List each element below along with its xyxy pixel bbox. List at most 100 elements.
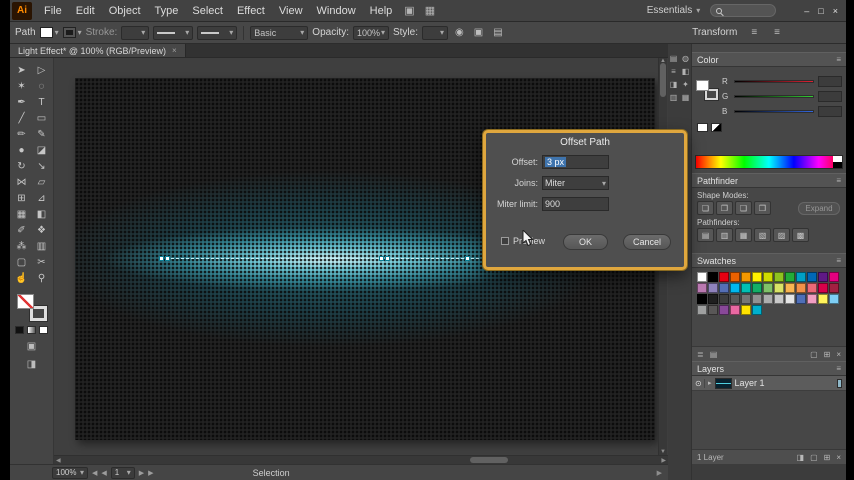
swatch[interactable] (730, 283, 740, 293)
blend-tool[interactable]: ❖ (32, 222, 52, 238)
fill-stroke-mini-indicator[interactable] (696, 80, 718, 100)
exclude-button[interactable]: ❒ (754, 201, 771, 215)
symbols-panel-icon[interactable]: ✦ (681, 79, 690, 89)
swatch[interactable] (752, 283, 762, 293)
unite-button[interactable]: ❏ (697, 201, 714, 215)
layer-selection-chip[interactable] (837, 378, 842, 388)
swatch[interactable] (719, 305, 729, 315)
gradient-button[interactable] (27, 326, 36, 334)
search-input[interactable] (710, 4, 777, 17)
ok-button[interactable]: OK (563, 234, 608, 250)
swatch[interactable] (697, 294, 707, 304)
red-slider[interactable] (734, 80, 814, 83)
swatch[interactable] (741, 283, 751, 293)
joins-select[interactable]: Miter ▾ (542, 176, 609, 190)
color-spectrum[interactable] (695, 155, 843, 169)
swatch[interactable] (818, 294, 828, 304)
free-transform-tool[interactable]: ▱ (32, 174, 52, 190)
layer-row[interactable]: ⊙ ▸ Layer 1 (692, 376, 846, 391)
column-graph-tool[interactable]: ▥ (32, 238, 52, 254)
info-panel-icon[interactable]: ▤ (669, 53, 678, 63)
hand-tool[interactable]: ☝ (12, 270, 32, 286)
swatch[interactable] (730, 272, 740, 282)
width-profile-select[interactable]: ▾ (197, 25, 238, 40)
new-layer-icon[interactable]: ⊞ (824, 453, 831, 462)
swatch[interactable] (829, 294, 839, 304)
first-artboard-icon[interactable]: ◀ (92, 469, 97, 477)
expand-layer-icon[interactable]: ▸ (708, 379, 712, 387)
menu-file[interactable]: File (37, 0, 69, 22)
red-value-input[interactable] (818, 76, 842, 87)
blob-brush-tool[interactable]: ● (12, 142, 32, 158)
prev-artboard-icon[interactable]: ◀ (101, 469, 106, 477)
swatch[interactable] (708, 272, 718, 282)
swatch[interactable] (807, 294, 817, 304)
swatch[interactable] (708, 294, 718, 304)
paintbrush-tool[interactable]: ✏ (12, 126, 32, 142)
visibility-eye-icon[interactable]: ⊙ (695, 378, 705, 388)
vertical-scroll-thumb[interactable] (660, 63, 666, 97)
black-chip[interactable] (833, 162, 842, 168)
swatch[interactable] (829, 272, 839, 282)
next-artboard-icon[interactable]: ▶ (139, 469, 144, 477)
menu-object[interactable]: Object (102, 0, 148, 22)
close-button[interactable]: × (833, 6, 838, 16)
trim-button[interactable]: ▥ (716, 228, 733, 242)
swatch[interactable] (708, 305, 718, 315)
fill-stroke-indicator[interactable] (16, 294, 47, 321)
expand-button[interactable]: Expand (798, 201, 840, 215)
swatch[interactable] (829, 283, 839, 293)
align-panel-icon[interactable]: ≡ (748, 27, 760, 38)
selected-path[interactable] (161, 258, 479, 259)
shape-builder-tool[interactable]: ⊞ (12, 190, 32, 206)
mesh-tool[interactable]: ▦ (12, 206, 32, 222)
swatch[interactable] (708, 283, 718, 293)
none-chip[interactable] (697, 123, 708, 132)
recolor-artwork-icon[interactable]: ◉ (452, 27, 467, 38)
swatch[interactable] (763, 294, 773, 304)
type-tool[interactable]: T (32, 94, 52, 110)
gradient-tool[interactable]: ◧ (32, 206, 52, 222)
menu-type[interactable]: Type (148, 0, 186, 22)
line-segment-tool[interactable]: ╱ (12, 110, 32, 126)
swatch[interactable] (807, 272, 817, 282)
anchor-point[interactable] (379, 256, 384, 261)
swatch[interactable] (719, 283, 729, 293)
color-panel-header[interactable]: Color ≡ (692, 52, 846, 67)
workspace-switcher[interactable]: Essentials ▾ (647, 5, 701, 16)
width-tool[interactable]: ⋈ (12, 174, 32, 190)
brushes-panel-icon[interactable]: ▥ (669, 92, 678, 102)
green-slider[interactable] (734, 95, 814, 98)
pencil-tool[interactable]: ✎ (32, 126, 52, 142)
offset-input[interactable]: 3 px (542, 155, 609, 169)
swatch[interactable] (697, 272, 707, 282)
arrange-documents-icon[interactable]: ▦ (420, 4, 440, 17)
miter-limit-input[interactable]: 900 (542, 197, 609, 211)
last-artboard-icon[interactable]: ▶ (148, 469, 153, 477)
control-menu-icon[interactable]: ≡ (771, 27, 783, 38)
eyedropper-tool[interactable]: ✐ (12, 222, 32, 238)
swatch[interactable] (785, 272, 795, 282)
stroke-panel-icon[interactable]: ≡ (669, 66, 678, 76)
intersect-button[interactable]: ❑ (735, 201, 752, 215)
horizontal-scroll-thumb[interactable] (470, 457, 508, 463)
swatch[interactable] (752, 294, 762, 304)
fill-indicator[interactable] (16, 294, 34, 309)
preferences-icon[interactable]: ▤ (490, 27, 505, 38)
minus-back-button[interactable]: ▩ (792, 228, 809, 242)
document-setup-icon[interactable]: ▣ (471, 27, 486, 38)
transparency-panel-icon[interactable]: ◨ (669, 79, 678, 89)
blue-slider[interactable] (734, 110, 814, 113)
slice-tool[interactable]: ✂ (32, 254, 52, 270)
menu-effect[interactable]: Effect (230, 0, 272, 22)
none-button[interactable] (39, 326, 48, 334)
panel-menu-icon[interactable]: ≡ (836, 176, 841, 185)
swatch[interactable] (796, 294, 806, 304)
scroll-right-icon[interactable]: ▶ (661, 457, 666, 464)
scale-tool[interactable]: ↘ (32, 158, 52, 174)
swatch[interactable] (730, 305, 740, 315)
black-white-chip[interactable] (711, 123, 722, 132)
swatches-panel-header[interactable]: Swatches ≡ (692, 253, 846, 268)
scroll-left-icon[interactable]: ◀ (56, 457, 61, 464)
app-logo-icon[interactable]: Ai (12, 1, 32, 20)
